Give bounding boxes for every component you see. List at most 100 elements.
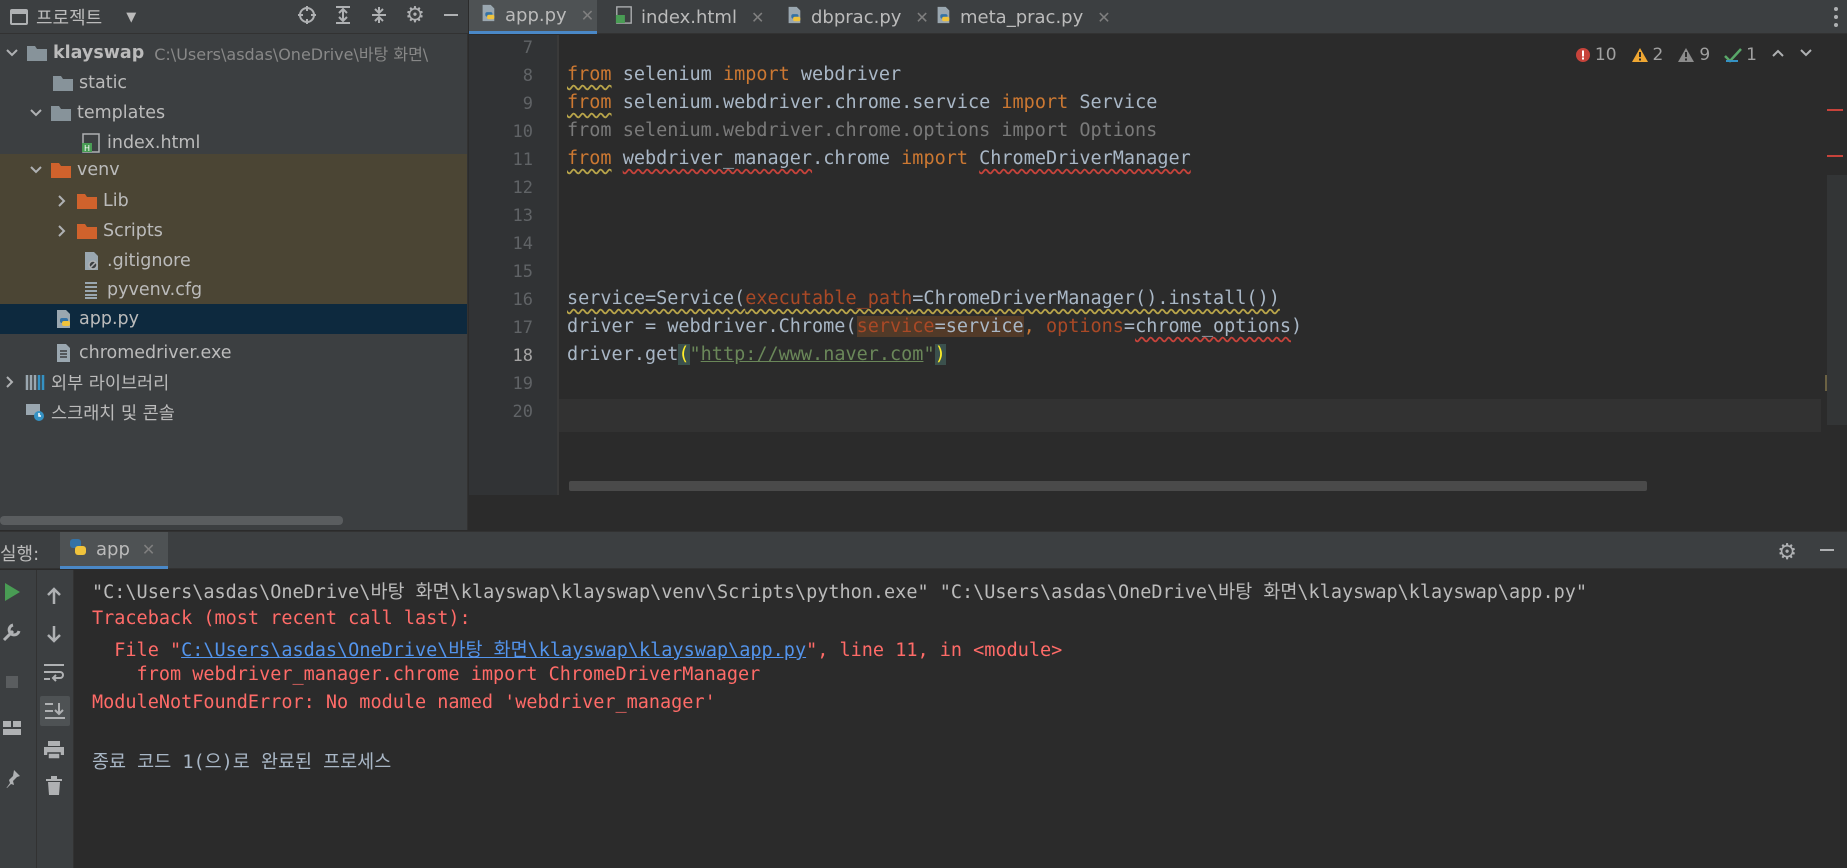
code-token: " — [923, 344, 935, 365]
tree-item-label: index.html — [107, 133, 201, 153]
tree-item-scripts[interactable]: Scripts — [0, 216, 467, 246]
folder-excluded-icon — [76, 191, 98, 211]
previous-highlight-icon[interactable] — [1771, 45, 1785, 65]
minimize-icon[interactable] — [440, 4, 462, 26]
warning-count[interactable]: 2 — [1631, 45, 1664, 65]
tree-item-gitignore[interactable]: .gitignore — [0, 246, 467, 276]
editor-horizontal-scrollbar[interactable] — [569, 481, 1647, 491]
code-token: import — [1001, 92, 1069, 113]
run-panel-header: 실행: app ✕ ⚙ — [0, 531, 1847, 569]
tree-item-static[interactable]: static — [0, 68, 467, 98]
line-number: 7 — [522, 38, 533, 58]
error-icon — [1575, 48, 1590, 62]
console-file-line: File "C:\Users\asdas\OneDrive\바탕 화면\klay… — [92, 636, 1062, 662]
close-icon[interactable]: ✕ — [1097, 8, 1110, 27]
line-number: 19 — [512, 374, 533, 394]
wrench-icon[interactable] — [0, 620, 24, 644]
tree-item-templates[interactable]: templates — [0, 98, 467, 128]
error-count-value: 10 — [1594, 45, 1617, 65]
close-icon[interactable]: ✕ — [142, 540, 155, 559]
tree-item-label: Lib — [103, 191, 129, 211]
typo-count[interactable]: 1 — [1724, 45, 1757, 65]
tree-item-label: static — [79, 73, 128, 93]
error-marker[interactable] — [1827, 109, 1843, 111]
tree-item-label: klayswap — [53, 43, 145, 63]
chevron-right-icon[interactable] — [52, 221, 72, 241]
tab-meta-prac-py[interactable]: meta_prac.py ✕ — [924, 0, 1121, 34]
project-panel-header: 프로젝트 ▼ ⚙ — [0, 0, 468, 34]
tree-item-label: Scripts — [103, 221, 163, 241]
tree-item-lib[interactable]: Lib — [0, 186, 467, 216]
chevron-down-icon[interactable]: ▼ — [126, 10, 136, 25]
code-token: " — [689, 344, 701, 365]
console-code-line: from webdriver_manager.chrome import Chr… — [92, 664, 761, 685]
tree-item-pyvenv-cfg[interactable]: pyvenv.cfg — [0, 276, 467, 304]
tab-label: app.py — [505, 5, 567, 26]
console-file-link[interactable]: C:\Users\asdas\OneDrive\바탕 화면\klayswap\k… — [181, 640, 806, 661]
chevron-down-icon[interactable] — [2, 43, 22, 63]
code-token: options — [1045, 316, 1124, 337]
layout-icon[interactable] — [0, 716, 24, 740]
project-horizontal-scrollbar[interactable] — [0, 516, 343, 525]
next-highlight-icon[interactable] — [1799, 45, 1813, 65]
code-token: Service — [1079, 92, 1158, 113]
warning-icon — [1631, 48, 1648, 62]
chevron-right-icon[interactable] — [52, 191, 72, 211]
error-count[interactable]: 10 — [1575, 45, 1617, 65]
weak-warning-count[interactable]: 9 — [1677, 45, 1710, 65]
expand-all-icon[interactable] — [332, 4, 354, 26]
gear-icon[interactable]: ⚙ — [404, 3, 426, 28]
current-line-highlight — [559, 399, 1821, 432]
tree-item-klayswap[interactable]: klayswap C:\Users\asdas\OneDrive\바탕 화면\ — [0, 38, 467, 68]
code-token: ( — [678, 344, 690, 365]
tab-index-html[interactable]: index.html ✕ — [605, 0, 774, 34]
tree-item-chromedriver[interactable]: chromedriver.exe — [0, 338, 467, 368]
minimize-icon[interactable] — [1817, 540, 1837, 565]
locate-icon[interactable] — [296, 4, 318, 26]
inspections-widget[interactable]: 10 2 9 1 — [1575, 45, 1813, 65]
line-number: 15 — [512, 262, 533, 282]
html-file-icon: H — [80, 133, 102, 153]
run-tab-app[interactable]: app ✕ — [60, 532, 168, 569]
toolbar-divider — [36, 570, 37, 868]
trash-icon[interactable] — [42, 774, 66, 798]
line-number: 14 — [512, 234, 533, 254]
line-number: 20 — [512, 402, 533, 422]
rerun-icon[interactable] — [0, 580, 24, 604]
close-icon[interactable]: ✕ — [751, 8, 764, 27]
code-editor[interactable]: 7 8 9 10 11 12 13 14 15 16 17 18 19 20 f… — [469, 35, 1847, 530]
run-console[interactable]: "C:\Users\asdas\OneDrive\바탕 화면\klayswap\… — [75, 570, 1847, 868]
print-icon[interactable] — [42, 738, 66, 762]
tree-item-venv[interactable]: venv — [0, 154, 467, 186]
python-file-icon — [934, 6, 952, 29]
tree-item-app-py[interactable]: app.py — [0, 304, 467, 334]
down-arrow-icon[interactable] — [42, 622, 66, 646]
chevron-right-icon[interactable] — [0, 372, 20, 392]
project-view-selector[interactable]: 프로젝트 ▼ — [10, 4, 136, 30]
pin-icon[interactable] — [0, 766, 24, 790]
error-marker[interactable] — [1827, 155, 1843, 157]
code-token: selenium — [622, 64, 712, 85]
close-icon[interactable]: ✕ — [581, 6, 594, 25]
up-arrow-icon[interactable] — [42, 584, 66, 608]
collapse-all-icon[interactable] — [368, 4, 390, 26]
tree-item-external-libraries[interactable]: 외부 라이브러리 — [0, 367, 467, 397]
project-panel: 프로젝트 ▼ ⚙ klayswap C:\Users\asdas\OneDriv… — [0, 0, 468, 530]
warning-count-value: 2 — [1652, 45, 1664, 65]
code-token: from — [567, 64, 612, 85]
tab-app-py[interactable]: app.py ✕ — [469, 0, 597, 34]
more-tabs-icon[interactable] — [1833, 6, 1839, 28]
tree-item-label: pyvenv.cfg — [107, 280, 203, 300]
gear-icon[interactable]: ⚙ — [1777, 540, 1797, 565]
stop-icon[interactable] — [0, 670, 24, 694]
scroll-to-end-icon[interactable] — [40, 696, 70, 726]
editor-vertical-scrollbar[interactable] — [1827, 175, 1847, 425]
code-token: executable_path — [745, 288, 913, 309]
soft-wrap-icon[interactable] — [42, 660, 66, 684]
chevron-down-icon[interactable] — [26, 103, 46, 123]
code-token: , — [1023, 316, 1046, 337]
tab-dbprac-py[interactable]: dbprac.py ✕ — [775, 0, 939, 34]
tree-item-scratches[interactable]: 스크래치 및 콘솔 — [0, 397, 467, 427]
chevron-down-icon[interactable] — [26, 160, 46, 180]
code-url[interactable]: http://www.naver.com — [701, 344, 924, 365]
